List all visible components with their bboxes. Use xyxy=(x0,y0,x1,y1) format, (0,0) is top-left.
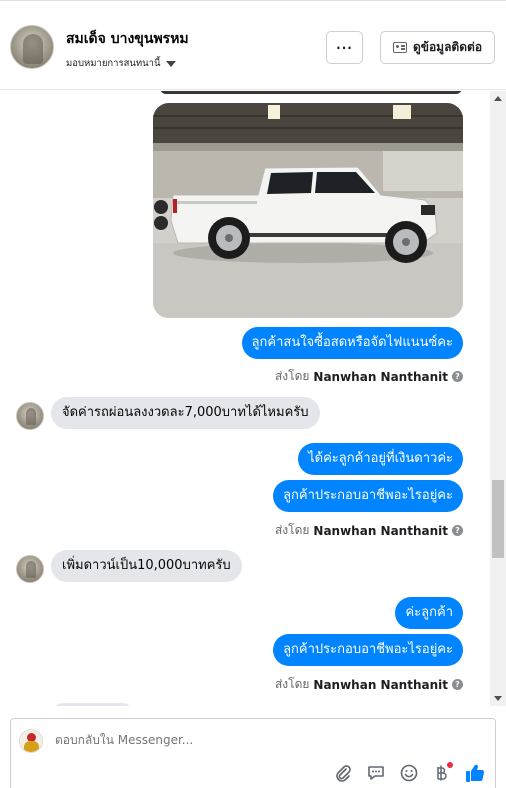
outgoing-message[interactable]: ลูกค้าสนใจซื้อสดหรือจัดไฟแนนซ์คะ xyxy=(241,327,463,359)
sent-by-prefix: ส่งโดย xyxy=(274,523,310,537)
truck-photo[interactable] xyxy=(153,103,463,318)
sent-by-name[interactable]: Nanwhan Nanthanit xyxy=(313,524,448,538)
conversation-header: สมเด็จ บางขุนพรหม มอบหมายการสนทนานี้ ···… xyxy=(0,0,506,90)
incoming-message[interactable]: จัดค่ารถผ่อนลงงวดละ7,000บาทได้ไหมครับ xyxy=(51,397,320,429)
outgoing-message[interactable]: ลูกค้าประกอบอาชีพอะไรอยู่คะ xyxy=(273,634,463,666)
thumbs-up-icon[interactable] xyxy=(465,763,485,783)
scroll-down-arrow-icon[interactable] xyxy=(494,696,502,701)
scroll-up-arrow-icon[interactable] xyxy=(494,96,502,101)
quick-reply-icon[interactable] xyxy=(366,763,386,783)
page-name[interactable]: สมเด็จ บางขุนพรหม xyxy=(66,28,189,50)
view-contact-button[interactable]: ดูข้อมูลติดต่อ xyxy=(380,31,495,64)
outgoing-message[interactable]: ได้ค่ะลูกค้าอยู่ที่เงินดาวค่ะ xyxy=(298,443,463,475)
info-icon[interactable]: ? xyxy=(452,371,463,382)
page-avatar[interactable] xyxy=(10,25,54,69)
sent-by-prefix: ส่งโดย xyxy=(274,369,310,383)
info-icon[interactable]: ? xyxy=(452,679,463,690)
incoming-message[interactable]: เพิ่มดาวน์เป็น10,000บาทครับ xyxy=(51,550,242,582)
info-icon[interactable]: ? xyxy=(452,525,463,536)
outgoing-message[interactable]: ค่ะลูกค้า xyxy=(395,597,463,629)
incoming-message-partial xyxy=(52,703,134,706)
sender-avatar[interactable] xyxy=(16,555,44,583)
paperclip-icon[interactable] xyxy=(333,763,353,783)
messenger-conversation-panel: สมเด็จ บางขุนพรหม มอบหมายการสนทนานี้ ···… xyxy=(0,0,506,788)
previous-image-edge xyxy=(160,91,462,94)
notification-dot xyxy=(447,762,453,768)
assign-conversation-dropdown[interactable]: มอบหมายการสนทนานี้ xyxy=(66,56,176,71)
sender-avatar[interactable] xyxy=(16,402,44,430)
sent-by-label: ส่งโดย Nanwhan Nanthanit ? xyxy=(275,521,463,540)
caret-down-icon xyxy=(165,60,176,67)
contact-card-icon xyxy=(392,42,407,53)
baht-payment-icon[interactable] xyxy=(432,762,453,783)
sent-by-name[interactable]: Nanwhan Nanthanit xyxy=(313,678,448,692)
sent-by-label: ส่งโดย Nanwhan Nanthanit ? xyxy=(275,675,463,694)
sent-by-prefix: ส่งโดย xyxy=(274,677,310,691)
view-contact-label: ดูข้อมูลติดต่อ xyxy=(412,40,483,54)
message-scrollbar[interactable] xyxy=(490,91,506,706)
assign-label: มอบหมายการสนทนานี้ xyxy=(66,58,161,69)
sent-by-label: ส่งโดย Nanwhan Nanthanit ? xyxy=(275,367,463,386)
my-avatar xyxy=(19,729,43,753)
sent-by-name[interactable]: Nanwhan Nanthanit xyxy=(313,370,448,384)
message-thread[interactable]: ลูกค้าสนใจซื้อสดหรือจัดไฟแนนซ์คะ ส่งโดย … xyxy=(0,91,490,706)
scroll-thumb[interactable] xyxy=(492,480,504,558)
more-options-button[interactable]: ··· xyxy=(326,31,363,64)
reply-composer xyxy=(10,718,496,788)
outgoing-message[interactable]: ลูกค้าประกอบอาชีพอะไรอยู่คะ xyxy=(273,480,463,512)
truck-photo-svg xyxy=(153,103,463,318)
emoji-icon[interactable] xyxy=(399,763,419,783)
reply-input[interactable] xyxy=(55,733,455,747)
composer-toolbar xyxy=(333,762,485,783)
